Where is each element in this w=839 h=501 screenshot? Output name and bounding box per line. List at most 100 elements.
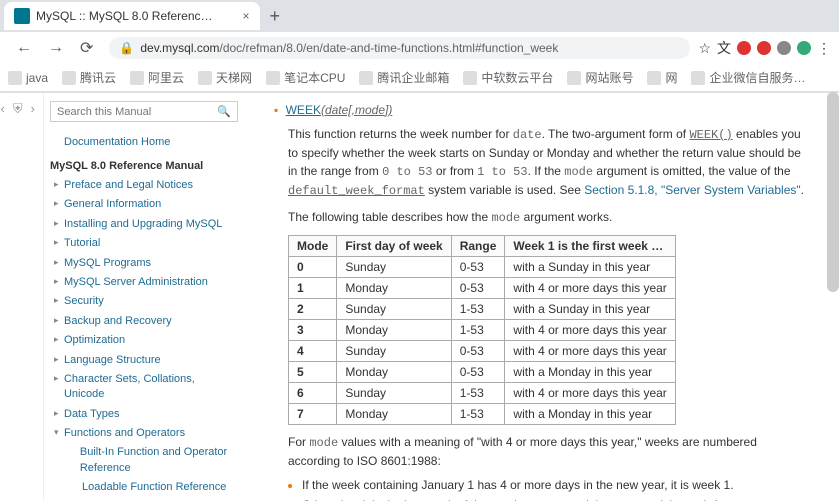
table-row: 7Monday1-53with a Monday in this year xyxy=(289,404,676,425)
sidebar-item[interactable]: ▸Preface and Legal Notices xyxy=(50,176,238,195)
ext-red-icon[interactable] xyxy=(737,41,751,55)
table-cell: Monday xyxy=(337,278,451,299)
sidebar-item[interactable]: ▸Installing and Upgrading MySQL xyxy=(50,215,238,234)
search-box[interactable]: 🔍 xyxy=(50,101,238,122)
table-header: Range xyxy=(451,236,505,257)
main-content: ▪ WEEK(date[,mode]) This function return… xyxy=(244,93,839,501)
table-cell: 5 xyxy=(289,362,337,383)
sidebar-item[interactable]: ▸MySQL Programs xyxy=(50,254,238,273)
table-cell: 6 xyxy=(289,383,337,404)
sidebar-sub-item[interactable]: Loadable Function Reference xyxy=(50,478,238,497)
sidebar-item[interactable]: ▸Security xyxy=(50,292,238,311)
table-cell: 0-53 xyxy=(451,362,505,383)
shield-icon[interactable]: ⛨ xyxy=(13,101,23,117)
table-cell: with a Sunday in this year xyxy=(505,299,675,320)
address-bar: ← → ⟳ 🔒 dev.mysql.com/doc/refman/8.0/en/… xyxy=(0,32,839,64)
url-input[interactable]: 🔒 dev.mysql.com/doc/refman/8.0/en/date-a… xyxy=(109,37,690,59)
paragraph-1: This function returns the week number fo… xyxy=(288,125,809,200)
sidebar-item[interactable]: ▸Data Types xyxy=(50,405,238,424)
close-icon[interactable]: × xyxy=(243,9,250,23)
star-icon[interactable]: ☆ xyxy=(698,40,711,57)
table-cell: 0-53 xyxy=(451,278,505,299)
doc-home-link[interactable]: Documentation Home xyxy=(50,132,238,156)
url-host: dev.mysql.com xyxy=(140,41,219,55)
new-tab-button[interactable]: + xyxy=(260,6,291,27)
lock-icon: 🔒 xyxy=(119,41,134,55)
sidebar-item[interactable]: ▸General Information xyxy=(50,195,238,214)
back-button[interactable]: ← xyxy=(8,39,40,57)
table-cell: 0-53 xyxy=(451,257,505,278)
table-row: 2Sunday1-53with a Sunday in this year xyxy=(289,299,676,320)
table-cell: Sunday xyxy=(337,299,451,320)
table-header: Week 1 is the first week … xyxy=(505,236,675,257)
menu-icon[interactable]: ⋮ xyxy=(817,40,831,57)
table-row: 6Sunday1-53with 4 or more days this year xyxy=(289,383,676,404)
bookmark-item[interactable]: 笔记本CPU xyxy=(266,69,345,86)
mode-table: ModeFirst day of weekRangeWeek 1 is the … xyxy=(288,235,676,425)
forward-button[interactable]: → xyxy=(40,39,72,57)
table-row: 3Monday1-53with 4 or more days this year xyxy=(289,320,676,341)
bookmark-item[interactable]: 网 xyxy=(647,69,677,86)
table-cell: with a Monday in this year xyxy=(505,362,675,383)
table-cell: with 4 or more days this year xyxy=(505,383,675,404)
section-link[interactable]: Section 5.1.8, "Server System Variables" xyxy=(584,183,800,197)
bookmark-item[interactable]: 企业微信自服务… xyxy=(691,69,805,86)
manual-title: MySQL 8.0 Reference Manual xyxy=(50,156,238,176)
bookmark-item[interactable]: 天梯网 xyxy=(198,69,252,86)
sidebar-item[interactable]: ▸Optimization xyxy=(50,331,238,350)
bookmark-item[interactable]: 网站账号 xyxy=(567,69,633,86)
sidebar-item[interactable]: ▸Tutorial xyxy=(50,234,238,253)
paragraph-2: The following table describes how the mo… xyxy=(288,208,809,227)
ext-gray-icon[interactable] xyxy=(777,41,791,55)
sidebar-sub-item[interactable]: Type Conversion in Expression Evaluation xyxy=(50,498,238,501)
translate-icon[interactable]: 文 xyxy=(717,38,731,58)
bullet-list: If the week containing January 1 has 4 o… xyxy=(302,478,809,501)
paragraph-3: For mode values with a meaning of "with … xyxy=(288,433,809,470)
table-cell: with a Sunday in this year xyxy=(505,257,675,278)
table-cell: Sunday xyxy=(337,341,451,362)
chevron-right-icon[interactable]: › xyxy=(31,101,35,117)
sidebar-item[interactable]: ▾Functions and Operators xyxy=(50,424,238,443)
bookmark-item[interactable]: 阿里云 xyxy=(130,69,184,86)
search-input[interactable] xyxy=(57,105,217,118)
sidebar-item[interactable]: ▸MySQL Server Administration xyxy=(50,273,238,292)
ext-green-icon[interactable] xyxy=(797,41,811,55)
function-signature: ▪ WEEK(date[,mode]) xyxy=(274,103,809,117)
sidebar-item[interactable]: ▸Language Structure xyxy=(50,351,238,370)
chevron-left-icon[interactable]: ‹ xyxy=(1,101,5,117)
bookmark-item[interactable]: java xyxy=(8,71,48,85)
table-row: 4Sunday0-53with 4 or more days this year xyxy=(289,341,676,362)
url-path: /doc/refman/8.0/en/date-and-time-functio… xyxy=(220,41,559,55)
table-row: 0Sunday0-53with a Sunday in this year xyxy=(289,257,676,278)
table-cell: 7 xyxy=(289,404,337,425)
bookmark-item[interactable]: 中软数云平台 xyxy=(463,69,553,86)
table-cell: Monday xyxy=(337,320,451,341)
sidebar-sub-item[interactable]: Built-In Function and Operator Reference xyxy=(50,443,238,478)
scrollbar[interactable] xyxy=(827,92,839,292)
ext-red2-icon[interactable] xyxy=(757,41,771,55)
table-cell: 3 xyxy=(289,320,337,341)
table-cell: 1-53 xyxy=(451,383,505,404)
reload-button[interactable]: ⟳ xyxy=(72,38,101,58)
table-header: First day of week xyxy=(337,236,451,257)
func-link[interactable]: WEEK xyxy=(286,103,321,117)
bookmark-item[interactable]: 腾讯企业邮箱 xyxy=(359,69,449,86)
table-cell: 2 xyxy=(289,299,337,320)
table-cell: Monday xyxy=(337,362,451,383)
tab-title: MySQL :: MySQL 8.0 Referenc… xyxy=(36,9,213,23)
table-cell: 1-53 xyxy=(451,299,505,320)
table-cell: with 4 or more days this year xyxy=(505,341,675,362)
sidebar-item[interactable]: ▸Character Sets, Collations, Unicode xyxy=(50,370,238,405)
sidebar-item[interactable]: ▸Backup and Recovery xyxy=(50,312,238,331)
table-cell: with a Monday in this year xyxy=(505,404,675,425)
table-cell: 0 xyxy=(289,257,337,278)
sidebar: 🔍 Documentation Home MySQL 8.0 Reference… xyxy=(44,93,244,501)
table-cell: Monday xyxy=(337,404,451,425)
table-row: 1Monday0-53with 4 or more days this year xyxy=(289,278,676,299)
table-cell: Sunday xyxy=(337,257,451,278)
bookmark-item[interactable]: 腾讯云 xyxy=(62,69,116,86)
mysql-favicon xyxy=(14,8,30,24)
table-cell: 1-53 xyxy=(451,320,505,341)
browser-tab[interactable]: MySQL :: MySQL 8.0 Referenc… × xyxy=(4,2,260,30)
search-icon[interactable]: 🔍 xyxy=(217,105,231,118)
